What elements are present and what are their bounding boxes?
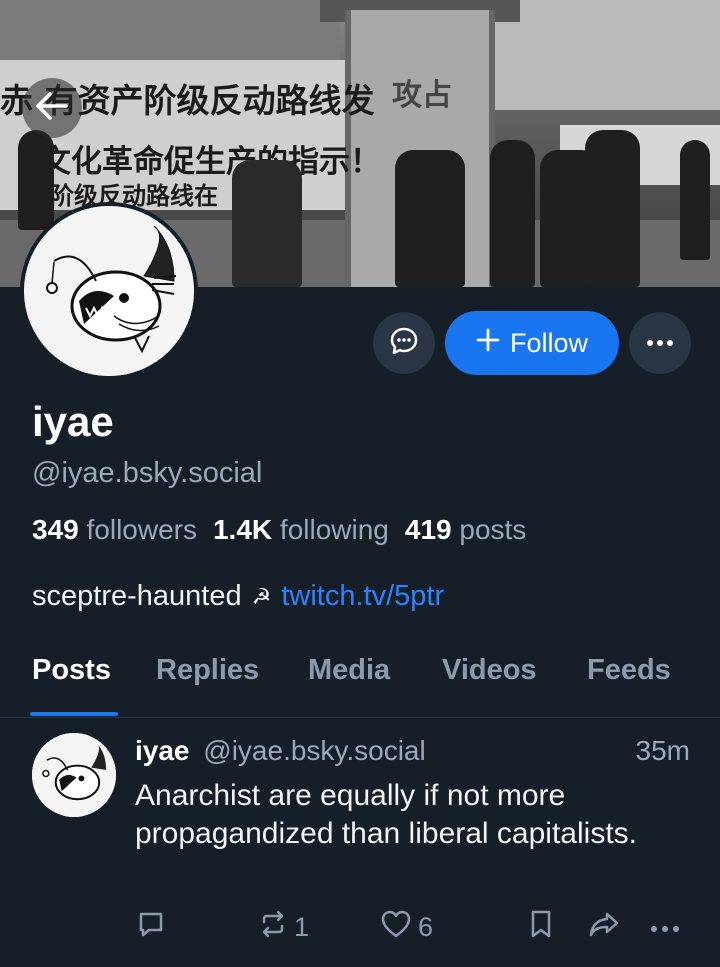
post-text: Anarchist are equally if not more propag… bbox=[135, 779, 637, 850]
active-tab-indicator bbox=[30, 712, 118, 716]
avatar-image bbox=[24, 206, 194, 376]
more-options-button[interactable] bbox=[629, 312, 691, 374]
post-author-avatar[interactable] bbox=[32, 733, 116, 817]
profile-actions: Follow bbox=[373, 311, 691, 375]
plus-icon bbox=[476, 328, 500, 359]
reply-icon bbox=[136, 909, 166, 946]
following-count: 1.4K bbox=[212, 514, 273, 545]
followers-label: followers bbox=[86, 514, 197, 545]
reply-button[interactable] bbox=[136, 909, 172, 946]
tab-videos[interactable]: Videos bbox=[442, 654, 537, 687]
post-header: iyae @iyae.bsky.social bbox=[135, 735, 426, 767]
chat-bubble-icon bbox=[389, 326, 419, 361]
message-button[interactable] bbox=[373, 312, 435, 374]
follow-button[interactable]: Follow bbox=[445, 311, 619, 375]
banner-figure bbox=[680, 140, 710, 260]
like-count: 6 bbox=[418, 912, 434, 942]
heart-icon bbox=[380, 909, 412, 946]
arrow-left-icon bbox=[35, 91, 69, 126]
repost-count: 1 bbox=[294, 912, 310, 942]
like-button[interactable]: 6 bbox=[380, 909, 433, 946]
bookmark-icon bbox=[528, 909, 554, 946]
followers-count: 349 bbox=[32, 514, 79, 545]
bookmark-button[interactable] bbox=[528, 909, 554, 946]
feed-post[interactable]: iyae @iyae.bsky.social 35m Anarchist are… bbox=[0, 719, 720, 967]
profile-avatar[interactable] bbox=[20, 202, 198, 380]
ellipsis-icon bbox=[646, 334, 674, 352]
tab-feeds[interactable]: Feeds bbox=[587, 654, 671, 687]
banner-figure bbox=[490, 140, 535, 287]
tab-posts[interactable]: Posts bbox=[32, 654, 111, 687]
followers-stat[interactable]: 349 followers bbox=[32, 514, 197, 545]
repost-button[interactable]: 1 bbox=[258, 909, 309, 946]
profile-stats: 349 followers 1.4K following 419 posts bbox=[32, 514, 526, 546]
banner-figure bbox=[18, 130, 54, 230]
banner-figure bbox=[585, 130, 640, 287]
share-icon bbox=[588, 909, 620, 946]
posts-label: posts bbox=[459, 514, 527, 545]
bio-link[interactable]: twitch.tv/5ptr bbox=[281, 580, 444, 613]
follow-label: Follow bbox=[509, 327, 589, 358]
profile-tabs: Posts Replies Media Videos Feeds bbox=[0, 640, 720, 718]
following-stat[interactable]: 1.4K following bbox=[213, 514, 389, 545]
back-button[interactable] bbox=[22, 78, 82, 138]
profile-handle: @iyae.bsky.social bbox=[32, 457, 263, 489]
post-more-button[interactable] bbox=[650, 909, 680, 940]
post-author-name[interactable]: iyae bbox=[135, 735, 190, 766]
banner-slogan: 攻占 bbox=[392, 78, 452, 113]
bio-text: sceptre-haunted bbox=[32, 580, 242, 612]
banner-figure bbox=[232, 160, 302, 287]
share-button[interactable] bbox=[588, 909, 620, 946]
banner-figure bbox=[395, 150, 465, 287]
ellipsis-icon bbox=[650, 909, 680, 940]
profile-bio: sceptre-haunted ☭ twitch.tv/5ptr bbox=[32, 580, 444, 613]
banner-slogan: 文化革命促生产的指示！ bbox=[40, 144, 381, 180]
tab-replies[interactable]: Replies bbox=[156, 654, 259, 687]
hammer-sickle-symbol: ☭ bbox=[251, 583, 272, 609]
display-name: iyae bbox=[32, 398, 114, 445]
posts-count: 419 bbox=[404, 514, 452, 545]
post-actions: 1 6 bbox=[0, 909, 720, 949]
post-author-handle[interactable]: @iyae.bsky.social bbox=[203, 735, 425, 766]
posts-stat: 419 posts bbox=[405, 514, 526, 545]
following-label: following bbox=[279, 514, 389, 545]
tab-media[interactable]: Media bbox=[308, 654, 390, 687]
repost-icon bbox=[258, 909, 288, 946]
post-timestamp[interactable]: 35m bbox=[636, 735, 690, 767]
